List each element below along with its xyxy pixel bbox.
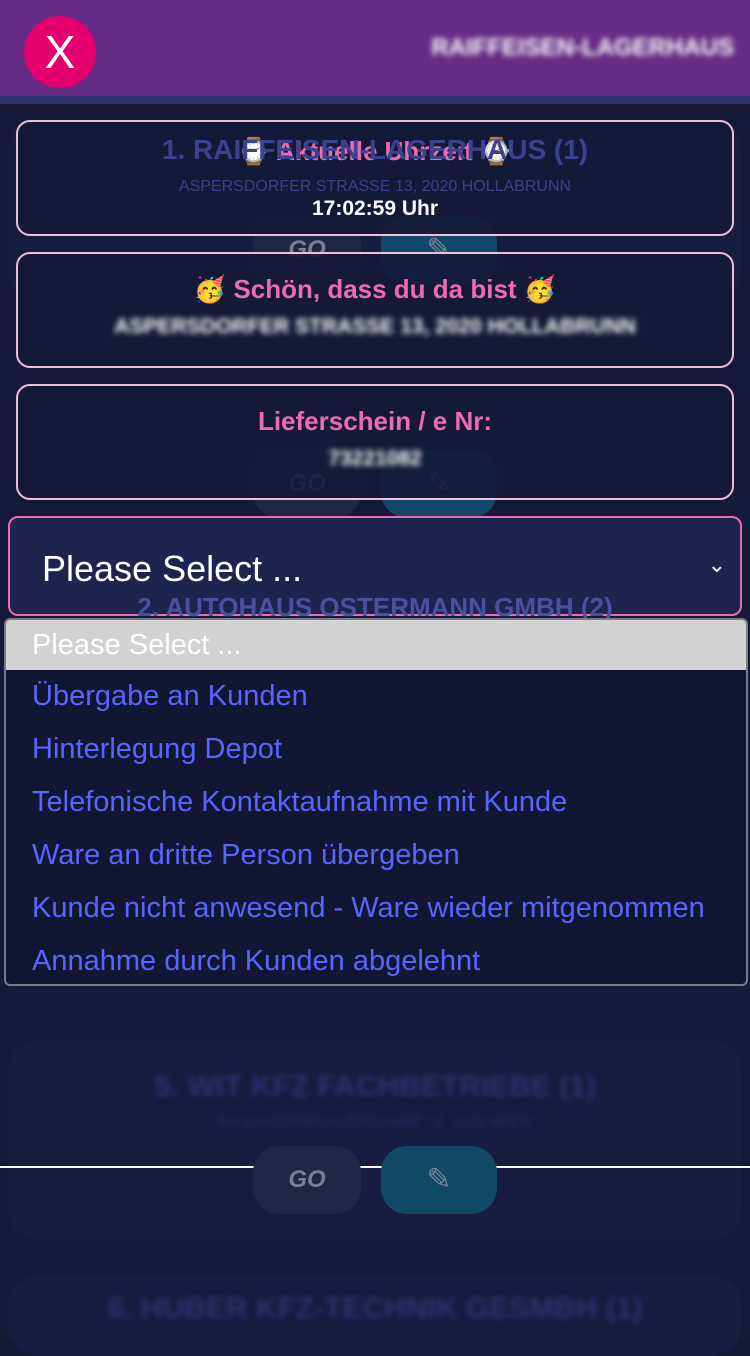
- go-button[interactable]: GO: [253, 1146, 361, 1214]
- delivery-number: 73221082: [328, 447, 422, 470]
- time-title: Aktuelle Uhrzeit: [276, 136, 473, 166]
- welcome-title: Schön, dass du da bist: [233, 274, 517, 304]
- select-dropdown: Please Select ... Übergabe an Kunden Hin…: [4, 618, 748, 986]
- list-card[interactable]: 6. HUBER KFZ-TECHNIK GESMBH (1): [8, 1276, 742, 1356]
- option-dritte-person[interactable]: Ware an dritte Person übergeben: [6, 829, 746, 882]
- pencil-icon: ✎: [426, 1163, 452, 1196]
- status-select[interactable]: Please Select ... ⌄: [8, 516, 742, 616]
- edit-button[interactable]: ✎: [381, 1146, 497, 1214]
- address-value: ASPERSDORFER STRASSE 13, 2020 HOLLABRUNN: [114, 315, 636, 338]
- delivery-panel: Lieferschein / e Nr: 73221082: [16, 384, 734, 500]
- select-value: Please Select ...: [42, 548, 303, 589]
- card-address: AN KAISERMÜHLENDAMM 73, 1220 WIEN: [217, 1114, 533, 1131]
- option-please-select[interactable]: Please Select ...: [6, 620, 746, 670]
- option-depot[interactable]: Hinterlegung Depot: [6, 723, 746, 776]
- party-face-icon: 🥳: [523, 274, 557, 304]
- party-face-icon: 🥳: [193, 274, 227, 304]
- watch-icon: ⌚: [237, 136, 270, 166]
- option-uebergabe[interactable]: Übergabe an Kunden: [6, 670, 746, 723]
- watch-icon: ⌚: [480, 136, 513, 166]
- header: X RAIFFEISEN-LAGERHAUS: [0, 0, 750, 96]
- option-abgelehnt[interactable]: Annahme durch Kunden abgelehnt: [6, 935, 746, 984]
- time-panel: ⌚ Aktuelle Uhrzeit ⌚ 17:02:59 Uhr: [16, 120, 734, 236]
- card-title: 5. WIT KFZ FACHBETRIEBE (1): [154, 1070, 596, 1103]
- option-telefon[interactable]: Telefonische Kontaktaufnahme mit Kunde: [6, 776, 746, 829]
- current-time: 17:02:59 Uhr: [311, 197, 439, 220]
- chevron-down-icon: ⌄: [707, 552, 726, 577]
- header-divider: [0, 96, 750, 104]
- close-button[interactable]: X: [24, 16, 96, 88]
- delivery-title: Lieferschein / e Nr:: [257, 406, 493, 436]
- welcome-panel: 🥳 Schön, dass du da bist 🥳 ASPERSDORFER …: [16, 252, 734, 368]
- card-title: 6. HUBER KFZ-TECHNIK GESMBH (1): [107, 1292, 643, 1325]
- option-nicht-anwesend[interactable]: Kunde nicht anwesend - Ware wieder mitge…: [6, 882, 746, 935]
- brand-name: RAIFFEISEN-LAGERHAUS: [431, 34, 734, 61]
